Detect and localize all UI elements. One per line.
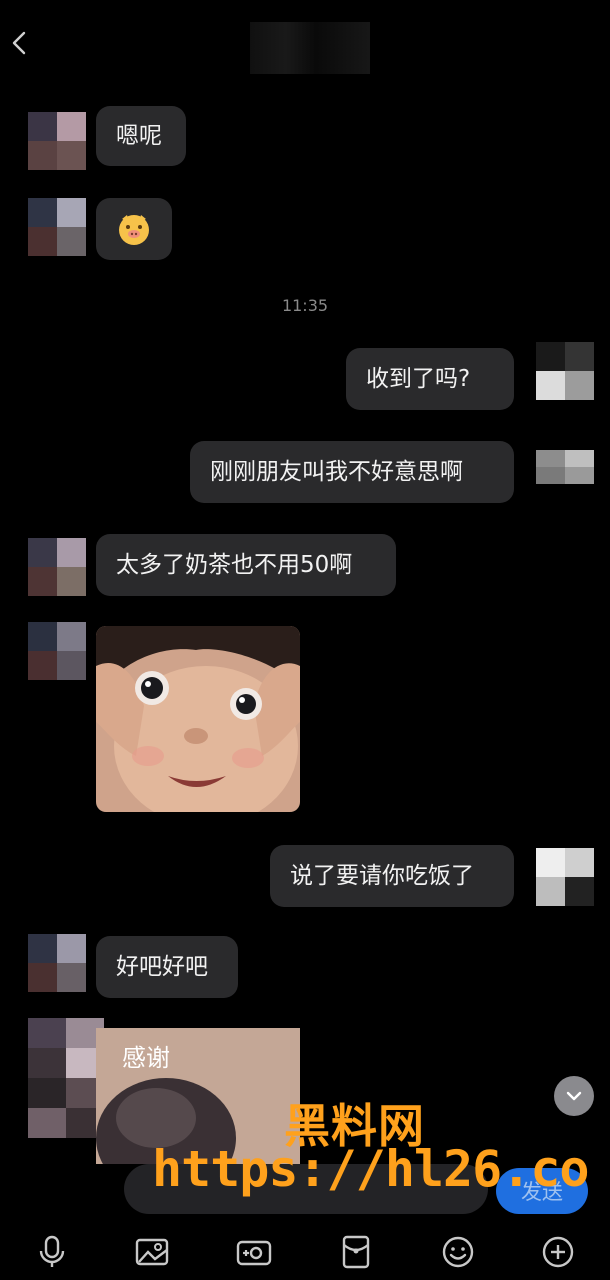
message-bubble[interactable]: 太多了奶茶也不用50啊 xyxy=(96,534,396,596)
album-button[interactable] xyxy=(132,1232,172,1272)
red-packet-icon xyxy=(342,1235,370,1269)
message-text: 太多了奶茶也不用50啊 xyxy=(116,551,353,578)
emoji-button[interactable] xyxy=(438,1232,478,1272)
message-bubble[interactable]: 嗯呢 xyxy=(96,106,186,166)
message-text: 刚刚朋友叫我不好意思啊 xyxy=(210,458,463,485)
camera-button[interactable] xyxy=(234,1232,274,1272)
image-icon xyxy=(135,1238,169,1266)
back-button[interactable] xyxy=(6,28,34,58)
message-text: 嗯呢 xyxy=(116,122,162,149)
chat-title-blurred xyxy=(250,22,370,74)
avatar[interactable] xyxy=(536,342,594,400)
timestamp: 11:35 xyxy=(281,296,329,315)
message-bubble[interactable]: 说了要请你吃饭了 xyxy=(270,845,514,907)
message-bubble[interactable] xyxy=(96,198,172,260)
sticker-caption: 感谢 xyxy=(122,1044,170,1072)
avatar[interactable] xyxy=(28,538,86,596)
message-text: 好吧好吧 xyxy=(116,953,208,980)
avatar[interactable] xyxy=(536,450,594,484)
more-button[interactable] xyxy=(538,1232,578,1272)
avatar[interactable] xyxy=(28,934,86,992)
sticker-image[interactable] xyxy=(96,626,300,812)
avatar[interactable] xyxy=(28,198,86,256)
message-text: 说了要请你吃饭了 xyxy=(290,862,474,889)
emoji-icon xyxy=(442,1236,474,1268)
avatar[interactable] xyxy=(28,112,86,170)
scroll-down-button[interactable] xyxy=(554,1076,594,1116)
voice-button[interactable] xyxy=(32,1232,72,1272)
child-face-sticker xyxy=(96,626,300,812)
chevron-down-icon xyxy=(566,1091,582,1101)
chevron-left-icon xyxy=(12,31,26,55)
message-bubble[interactable]: 收到了吗? xyxy=(346,348,514,410)
message-bubble[interactable]: 好吧好吧 xyxy=(96,936,238,998)
plus-icon xyxy=(542,1236,574,1268)
avatar[interactable] xyxy=(536,848,594,906)
red-packet-button[interactable] xyxy=(336,1232,376,1272)
message-text: 收到了吗? xyxy=(366,365,471,392)
camera-icon xyxy=(236,1240,272,1266)
pig-face-emoji xyxy=(119,215,149,245)
message-bubble[interactable]: 刚刚朋友叫我不好意思啊 xyxy=(190,441,514,503)
avatar[interactable] xyxy=(28,1018,104,1138)
watermark-line-2: https://hl26.co xyxy=(152,1140,590,1198)
microphone-icon xyxy=(39,1235,65,1267)
avatar[interactable] xyxy=(28,622,86,680)
